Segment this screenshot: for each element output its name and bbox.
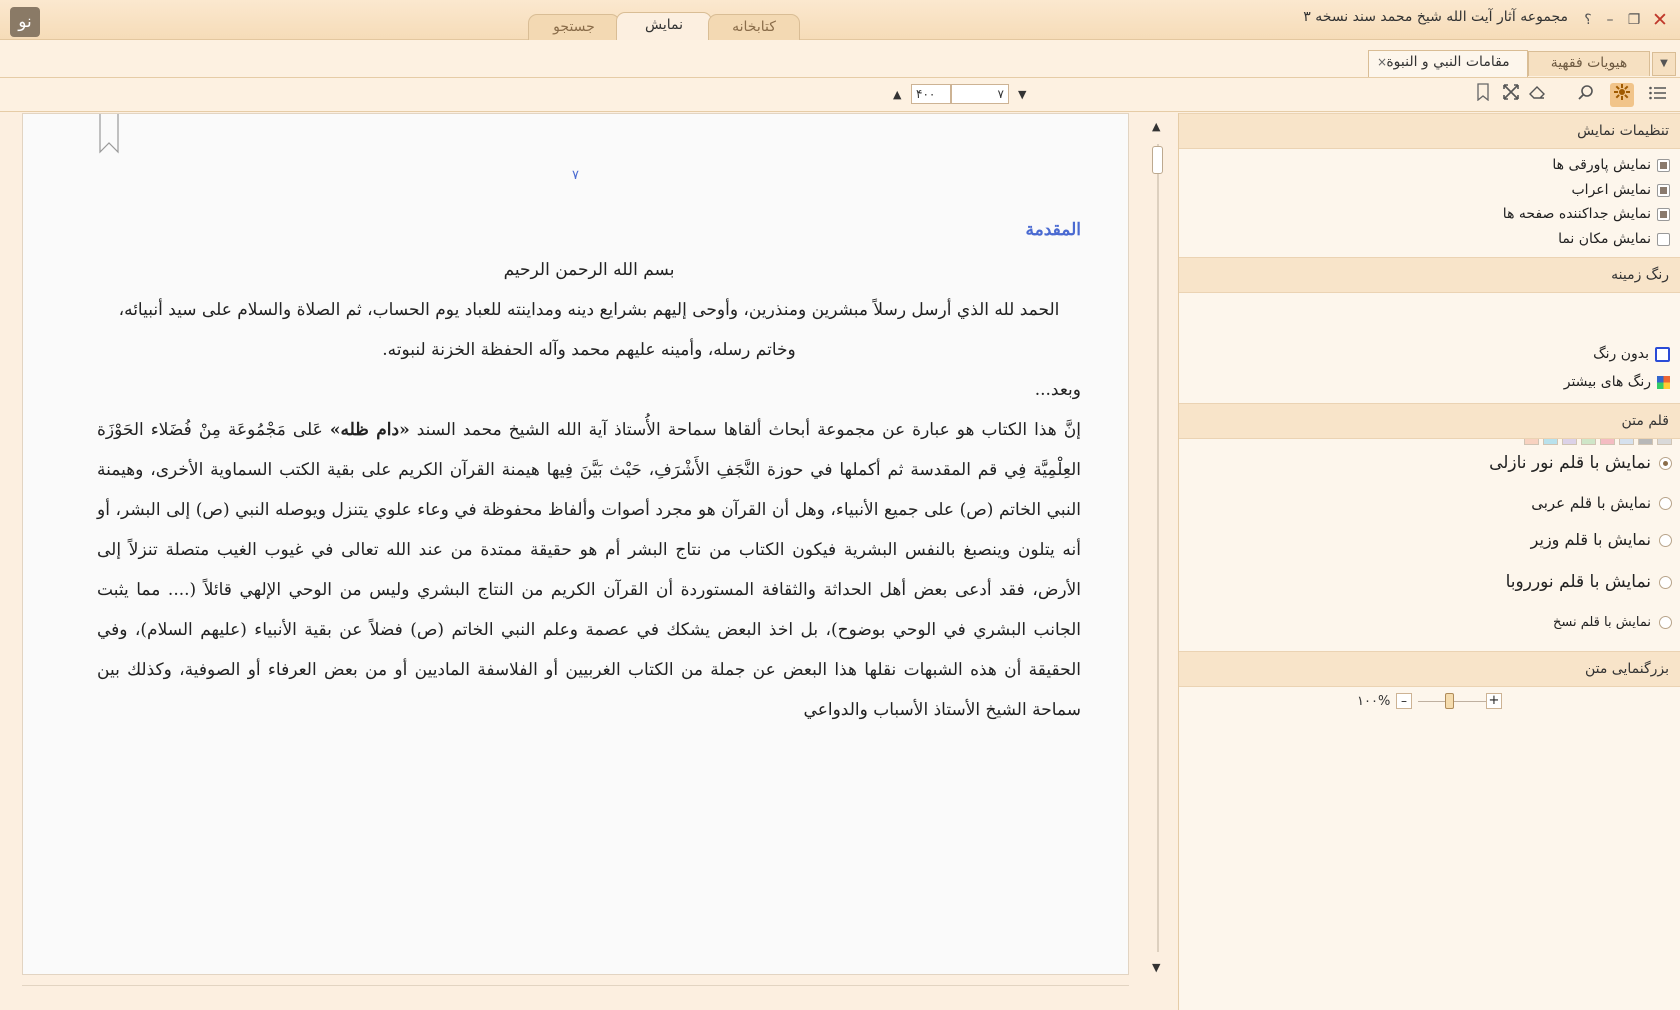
page-number-input[interactable]: ۷: [951, 84, 1009, 104]
tab-library[interactable]: کتابخانه: [708, 14, 800, 40]
tab-label: جستجو: [553, 19, 595, 35]
document-tabs-bar: مقامات النبي و النبوة × هیویات فقهیة ▼: [0, 40, 1680, 78]
scroll-up-arrow-icon[interactable]: ▲: [1152, 120, 1160, 133]
page-total-field: ۴۰۰: [911, 84, 951, 104]
palette-icon[interactable]: [1657, 375, 1670, 389]
more-colors-option[interactable]: رنگ های بیشتر: [1564, 374, 1670, 390]
doc-tab-hiwiyat[interactable]: هیویات فقهیة: [1528, 51, 1650, 76]
app-logo: نو: [10, 7, 40, 37]
checkbox[interactable]: [1657, 232, 1670, 246]
zoom-out-button[interactable]: –: [1396, 693, 1412, 709]
minimize-button[interactable]: –: [1600, 10, 1620, 30]
book-page: ۷ المقدمة بسم الله الرحمن الرحيم الحمد ل…: [22, 113, 1129, 975]
option-label: نمایش با قلم وزیر: [1530, 530, 1651, 549]
title-bar: نو جستجو نمایش کتابخانه مجموعه آثار آیت …: [0, 0, 1680, 41]
page-number: ۷: [572, 168, 579, 183]
previous-page-arrow-icon[interactable]: ▼: [1018, 88, 1026, 101]
tabs-dropdown-icon[interactable]: ▼: [1652, 52, 1676, 76]
checkbox[interactable]: [1657, 158, 1670, 172]
option-label: رنگ های بیشتر: [1563, 374, 1651, 390]
tab-label: نمایش: [644, 17, 683, 33]
option-label: نمایش با قلم عربی: [1531, 494, 1651, 512]
settings-panel: تنظیمات نمایش نمایش پاورقی ها نمایش اعرا…: [1178, 113, 1680, 1010]
checkbox[interactable]: [1657, 183, 1670, 197]
text-font-header: قلم متن: [1179, 403, 1680, 439]
scroll-track[interactable]: [1157, 144, 1159, 952]
bookmark-icon[interactable]: [1471, 83, 1495, 107]
tab-label: کتابخانه: [732, 19, 776, 35]
font-option-nourroba[interactable]: نمایش با قلم نورروبا: [1506, 572, 1672, 592]
option-label: نمایش اعراب: [1571, 182, 1652, 198]
scroll-thumb[interactable]: [1152, 146, 1163, 174]
font-option-arabic[interactable]: نمایش با قلم عربی: [1531, 494, 1672, 512]
para-bold-text: «دام ظله»: [329, 420, 410, 440]
vertical-scrollbar[interactable]: ▲ ▼: [1146, 120, 1170, 980]
wabaad-line: وبعد...: [1034, 380, 1081, 400]
settings-gear-icon[interactable]: [1610, 83, 1634, 107]
help-button[interactable]: ؟: [1578, 10, 1598, 30]
section-heading: المقدمة: [1025, 220, 1081, 240]
no-color-box[interactable]: [1655, 346, 1670, 362]
radio-button[interactable]: [1659, 575, 1672, 589]
display-settings-header: تنظیمات نمایش: [1179, 113, 1680, 149]
para-text: عَلى مَجْمُوعَة مِنْ فُضَلاء الحَوْزَة ا…: [97, 420, 1081, 720]
close-button[interactable]: ✕: [1650, 10, 1670, 30]
font-option-nazli[interactable]: نمایش با قلم نور نازلی: [1489, 453, 1672, 473]
option-cursor[interactable]: نمایش مکان نما: [1558, 231, 1670, 247]
font-option-vazir[interactable]: نمایش با قلم وزیر: [1531, 530, 1672, 549]
option-label: نمایش با قلم نور نازلی: [1489, 453, 1651, 473]
doc-tab-label: هیویات فقهیة: [1550, 55, 1628, 71]
zoom-in-button[interactable]: +: [1486, 693, 1502, 709]
close-tab-icon[interactable]: ×: [1377, 51, 1387, 74]
zoom-control: ۱۰۰% – +: [1178, 691, 1680, 715]
toolbar: ▲ ۴۰۰ ۷ ▼: [0, 78, 1680, 112]
scroll-down-arrow-icon[interactable]: ▼: [1152, 961, 1160, 974]
radio-button[interactable]: [1659, 616, 1672, 629]
checkbox[interactable]: [1657, 207, 1670, 221]
zoom-value: ۱۰۰%: [1357, 694, 1391, 709]
option-label: نمایش با قلم نسخ: [1552, 615, 1651, 630]
tab-search[interactable]: جستجو: [528, 14, 620, 40]
font-option-naskh[interactable]: نمایش با قلم نسخ: [1553, 615, 1672, 630]
radio-button[interactable]: [1659, 534, 1672, 547]
list-icon[interactable]: [1646, 83, 1670, 107]
book-text: المقدمة بسم الله الرحمن الرحيم الحمد لله…: [97, 210, 1081, 730]
radio-button[interactable]: [1659, 456, 1672, 470]
para-text: إنَّ هذا الكتاب هو عبارة عن مجموعة أبحاث…: [409, 420, 1081, 440]
option-label: نمایش جداکننده صفحه ها: [1502, 206, 1651, 222]
option-page-separators[interactable]: نمایش جداکننده صفحه ها: [1503, 206, 1670, 222]
search-icon[interactable]: [1574, 83, 1598, 107]
background-color-header: رنگ زمینه: [1179, 257, 1680, 293]
doc-tab-label: مقامات النبي و النبوة: [1386, 54, 1510, 70]
fullscreen-icon[interactable]: [1499, 83, 1523, 107]
text-zoom-header: بزرگنمایی متن: [1179, 651, 1680, 687]
zoom-slider-thumb[interactable]: [1445, 693, 1454, 709]
option-label: نمایش پاورقی ها: [1552, 157, 1651, 173]
hamd-paragraph: الحمد لله الذي أرسل رسلاً مبشرين ومنذرين…: [118, 300, 1060, 360]
basmala: بسم الله الرحمن الرحيم: [503, 260, 675, 280]
eraser-icon[interactable]: [1525, 83, 1549, 107]
option-diacritics[interactable]: نمایش اعراب: [1571, 182, 1670, 198]
option-footnotes[interactable]: نمایش پاورقی ها: [1552, 157, 1670, 173]
no-color-option[interactable]: بدون رنگ: [1593, 346, 1670, 362]
doc-tab-maqamat[interactable]: مقامات النبي و النبوة ×: [1368, 50, 1528, 77]
tab-display[interactable]: نمایش: [616, 12, 712, 41]
window-title: مجموعه آثار آیت الله شیخ محمد سند نسخه ۳: [1303, 9, 1568, 25]
radio-button[interactable]: [1659, 497, 1672, 510]
option-label: نمایش با قلم نورروبا: [1505, 572, 1651, 592]
option-label: بدون رنگ: [1593, 346, 1649, 362]
next-page-arrow-icon[interactable]: ▲: [893, 88, 901, 101]
page-bookmark-icon[interactable]: [98, 114, 120, 154]
main-paragraph: إنَّ هذا الكتاب هو عبارة عن مجموعة أبحاث…: [97, 410, 1081, 730]
next-page-edge: [22, 985, 1129, 991]
option-label: نمایش مکان نما: [1558, 231, 1651, 247]
restore-button[interactable]: ❐: [1624, 10, 1644, 30]
